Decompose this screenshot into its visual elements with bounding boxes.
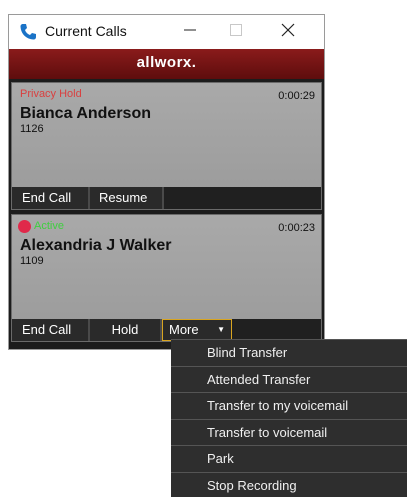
caller-extension: 1126 <box>20 123 44 135</box>
close-button[interactable] <box>265 15 311 49</box>
call-card[interactable]: Privacy Hold 0:00:29 Bianca Anderson 112… <box>11 82 322 210</box>
menu-item-transfer-to-my-voicemail[interactable]: Transfer to my voicemail <box>171 393 407 420</box>
more-label: More <box>169 319 199 341</box>
call-actions: End Call Resume <box>12 187 321 209</box>
call-timer: 0:00:23 <box>278 222 315 234</box>
recording-dot-icon <box>18 220 31 233</box>
hold-button[interactable]: Hold <box>90 319 162 341</box>
caller-extension: 1109 <box>20 255 44 267</box>
call-timer: 0:00:29 <box>278 90 315 102</box>
end-call-button[interactable]: End Call <box>12 187 90 209</box>
call-card[interactable]: Active 0:00:23 Alexandria J Walker 1109 … <box>11 214 322 342</box>
resume-button[interactable]: Resume <box>90 187 164 209</box>
menu-item-attended-transfer[interactable]: Attended Transfer <box>171 367 407 394</box>
call-list: Privacy Hold 0:00:29 Bianca Anderson 112… <box>9 79 324 349</box>
caller-name: Bianca Anderson <box>20 105 151 123</box>
phone-icon <box>19 23 37 41</box>
maximize-button[interactable] <box>213 15 259 49</box>
title-bar[interactable]: Current Calls <box>9 15 324 49</box>
close-icon <box>281 23 295 42</box>
menu-item-stop-recording[interactable]: Stop Recording <box>171 473 407 497</box>
call-status: Privacy Hold <box>20 88 82 100</box>
brand-logo: allworx. <box>9 54 324 71</box>
menu-item-park[interactable]: Park <box>171 446 407 473</box>
end-call-button[interactable]: End Call <box>12 319 90 341</box>
menu-item-blind-transfer[interactable]: Blind Transfer <box>171 340 407 367</box>
minimize-button[interactable] <box>167 15 213 49</box>
maximize-icon <box>230 23 242 41</box>
minimize-icon <box>184 23 196 41</box>
menu-item-transfer-to-voicemail[interactable]: Transfer to voicemail <box>171 420 407 447</box>
more-dropdown-menu: Blind Transfer Attended Transfer Transfe… <box>171 339 407 497</box>
window-title: Current Calls <box>45 23 127 39</box>
brand-bar: allworx. <box>9 49 324 79</box>
caller-name: Alexandria J Walker <box>20 237 171 255</box>
current-calls-window: Current Calls allworx. Privacy Hold <box>8 14 325 350</box>
call-actions: End Call Hold More ▼ <box>12 319 321 341</box>
caret-down-icon: ▼ <box>217 319 225 341</box>
call-status: Active <box>34 220 64 232</box>
more-button[interactable]: More ▼ <box>162 319 232 341</box>
